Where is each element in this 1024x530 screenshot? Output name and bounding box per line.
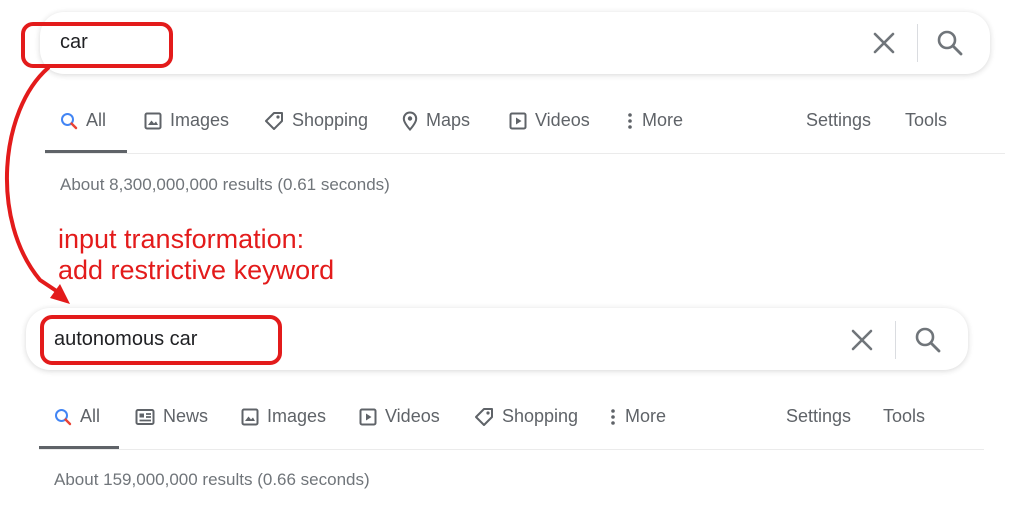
- query-highlight-box: [40, 315, 282, 365]
- settings-link[interactable]: Settings: [786, 406, 851, 427]
- tab-label: More: [625, 406, 667, 426]
- tab-label: Shopping: [292, 110, 369, 130]
- tab-all[interactable]: All: [54, 406, 100, 427]
- result-stats: About 8,300,000,000 results (0.61 second…: [60, 175, 390, 194]
- tab-label: Maps: [426, 110, 471, 130]
- tools-link[interactable]: Tools: [883, 406, 925, 427]
- annotation-line: add restrictive keyword: [58, 255, 335, 285]
- settings-link[interactable]: Settings: [806, 110, 871, 131]
- search-divider: [895, 321, 896, 359]
- tools-link[interactable]: Tools: [905, 110, 947, 131]
- search-icon: [55, 408, 72, 425]
- annotation-text: input transformation: add restrictive ke…: [58, 224, 334, 286]
- tab-all[interactable]: All: [60, 110, 106, 131]
- tab-label: Videos: [385, 406, 440, 426]
- tag-icon: [475, 407, 493, 426]
- tab-shopping[interactable]: Shopping: [264, 110, 368, 131]
- tab-label: All: [86, 110, 107, 130]
- tab-more[interactable]: More: [626, 110, 683, 131]
- tab-label: Images: [170, 110, 230, 130]
- tab-maps[interactable]: Maps: [402, 110, 470, 131]
- tab-images[interactable]: Images: [241, 406, 326, 427]
- tabs-divider: [39, 449, 984, 450]
- top-search-bar[interactable]: [40, 12, 990, 74]
- result-stats: About 159,000,000 results (0.66 seconds): [54, 470, 370, 489]
- news-icon: [135, 408, 155, 425]
- tab-images[interactable]: Images: [144, 110, 229, 131]
- query-highlight-box: [21, 22, 173, 68]
- tab-news[interactable]: News: [135, 406, 208, 427]
- tab-label: All: [80, 406, 101, 426]
- search-icon: [61, 112, 78, 129]
- more-vert-icon: [611, 408, 615, 425]
- search-icon[interactable]: [914, 326, 942, 354]
- play-icon: [359, 408, 377, 425]
- clear-icon[interactable]: [870, 29, 898, 57]
- tabs-divider: [45, 153, 1005, 154]
- clear-icon[interactable]: [848, 326, 876, 354]
- search-icon[interactable]: [936, 29, 964, 57]
- tab-label: Shopping: [502, 406, 579, 426]
- tab-videos[interactable]: Videos: [509, 110, 590, 131]
- tab-shopping[interactable]: Shopping: [474, 406, 578, 427]
- map-pin-icon: [402, 110, 418, 131]
- tab-videos[interactable]: Videos: [359, 406, 440, 427]
- tab-label: More: [642, 110, 684, 130]
- tab-label: Images: [267, 406, 327, 426]
- tab-label: Videos: [535, 110, 590, 130]
- tag-icon: [265, 111, 283, 130]
- play-icon: [509, 112, 527, 129]
- tab-more[interactable]: More: [609, 406, 666, 427]
- more-vert-icon: [628, 112, 632, 129]
- active-tab-indicator: [39, 446, 119, 449]
- tab-label: News: [163, 406, 209, 426]
- annotation-line: input transformation:: [58, 224, 305, 254]
- image-icon: [144, 112, 162, 129]
- image-icon: [241, 408, 259, 425]
- search-divider: [917, 24, 918, 62]
